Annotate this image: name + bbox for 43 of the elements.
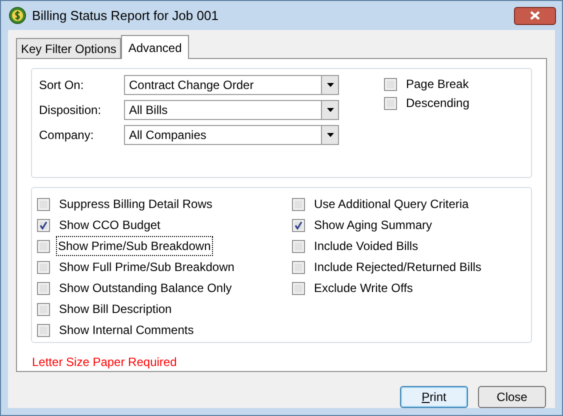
dialog-button[interactable]: Print — [400, 386, 468, 408]
checkbox-label[interactable]: Exclude Write Offs — [312, 278, 415, 298]
checkbox-label[interactable]: Include Voided Bills — [312, 236, 420, 256]
checkbox-label[interactable]: Show Aging Summary — [312, 215, 434, 236]
checkbox[interactable] — [292, 198, 305, 211]
checkbox[interactable] — [292, 260, 305, 274]
checkbox[interactable] — [384, 78, 397, 90]
checkbox-label[interactable]: Show Internal Comments — [57, 320, 196, 340]
checkbox-label[interactable]: Descending — [404, 93, 472, 113]
window-title: Billing Status Report for Job 001 — [32, 6, 218, 25]
checkbox-label[interactable]: Use Additional Query Criteria — [312, 194, 471, 214]
dialog-button[interactable]: Close — [478, 386, 546, 408]
checkbox-label[interactable]: Suppress Billing Detail Rows — [57, 194, 214, 214]
dropdown-field[interactable]: Contract Change Order — [124, 75, 339, 95]
checkbox[interactable] — [37, 260, 50, 274]
checkbox[interactable] — [292, 240, 305, 253]
dollar-coin-icon — [9, 7, 26, 24]
checkbox[interactable] — [37, 218, 50, 232]
checkbox-label[interactable]: Include Rejected/Returned Bills — [312, 257, 484, 278]
close-button[interactable] — [514, 6, 556, 24]
field-label: Sort On: — [39, 77, 85, 94]
checkbox[interactable] — [292, 282, 305, 295]
checkbox[interactable] — [292, 218, 305, 232]
checkbox[interactable] — [37, 324, 50, 337]
tab[interactable]: Advanced — [121, 35, 189, 59]
dropdown-field[interactable]: All Bills — [124, 100, 339, 120]
checkbox-label[interactable]: Show Prime/Sub Breakdown — [57, 237, 212, 256]
checkbox[interactable] — [37, 302, 50, 316]
checkbox[interactable] — [37, 198, 50, 211]
field-label: Company: — [39, 127, 95, 144]
checkbox-label[interactable]: Show Full Prime/Sub Breakdown — [57, 257, 236, 278]
notice-text: Letter Size Paper Required — [32, 355, 177, 369]
checkbox[interactable] — [37, 282, 50, 295]
checkbox-label[interactable]: Show Bill Description — [57, 299, 174, 320]
field-label: Disposition: — [39, 102, 102, 119]
close-icon — [530, 11, 540, 20]
tab[interactable]: Key Filter Options — [16, 38, 122, 58]
checkbox[interactable] — [384, 96, 397, 110]
checkbox-label[interactable]: Show CCO Budget — [57, 215, 162, 236]
checkbox-label[interactable]: Show Outstanding Balance Only — [57, 278, 234, 298]
checkbox-label[interactable]: Page Break — [404, 74, 471, 94]
dropdown-field[interactable]: All Companies — [124, 125, 339, 145]
checkbox[interactable] — [37, 240, 50, 253]
